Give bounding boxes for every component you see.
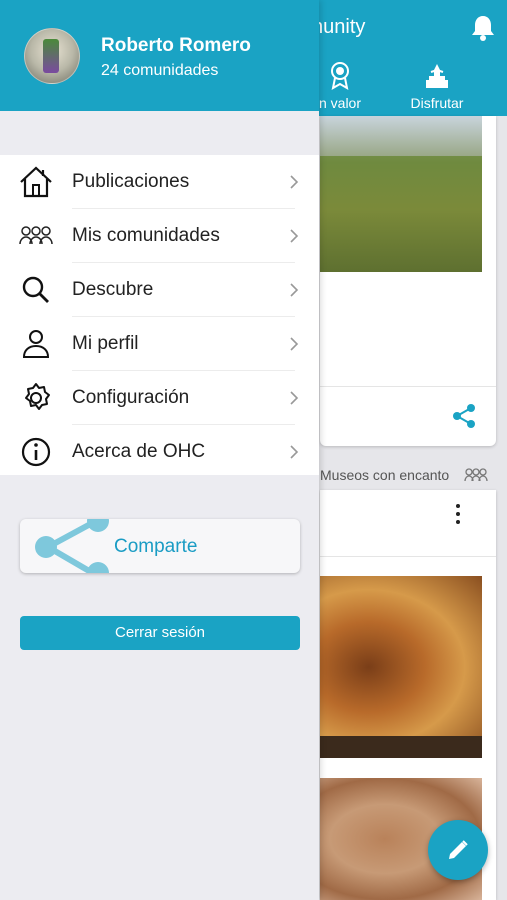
menu-item-descubre[interactable]: Descubre	[0, 263, 319, 317]
post-image[interactable]	[320, 116, 482, 272]
people-icon	[464, 468, 488, 482]
user-icon	[22, 330, 50, 358]
divider	[320, 386, 496, 387]
share-icon	[35, 519, 109, 573]
more-vertical-icon[interactable]	[456, 504, 460, 524]
chevron-right-icon	[290, 175, 299, 189]
chevron-right-icon	[290, 229, 299, 243]
menu-item-mi-perfil[interactable]: Mi perfil	[0, 317, 319, 371]
avatar[interactable]	[24, 28, 80, 84]
menu-item-mis-comunidades[interactable]: Mis comunidades	[0, 209, 319, 263]
bell-icon[interactable]	[470, 14, 496, 42]
chevron-right-icon	[290, 391, 299, 405]
compose-button[interactable]	[428, 820, 488, 880]
tab-label: Disfrutar	[410, 95, 464, 111]
community-label[interactable]: Museos con encanto	[320, 462, 496, 486]
menu-item-label: Mis comunidades	[72, 225, 220, 246]
gear-icon	[25, 383, 50, 410]
community-name: Museos con encanto	[320, 467, 450, 483]
navigation-drawer: Roberto Romero 24 comunidades Publicacio…	[0, 0, 319, 900]
menu-item-configuracion[interactable]: Configuración	[0, 371, 319, 425]
menu-item-publicaciones[interactable]: Publicaciones	[0, 155, 319, 209]
menu-item-label: Descubre	[72, 279, 154, 300]
edit-icon	[449, 840, 468, 859]
statue-icon	[426, 64, 448, 88]
post-card[interactable]	[320, 116, 496, 446]
people-icon	[19, 226, 53, 245]
chevron-right-icon	[290, 445, 299, 459]
award-icon	[331, 62, 349, 90]
logout-button[interactable]: Cerrar sesión	[20, 616, 300, 650]
share-label: Comparte	[114, 536, 198, 557]
share-button[interactable]: Comparte	[20, 519, 300, 573]
info-icon	[21, 437, 51, 467]
share-icon[interactable]	[450, 402, 478, 430]
home-icon	[20, 166, 52, 198]
drawer-menu: Publicaciones Mis comunidades Descubre M…	[0, 155, 319, 475]
menu-item-label: Publicaciones	[72, 171, 190, 192]
menu-item-label: Configuración	[72, 387, 190, 408]
chevron-right-icon	[290, 337, 299, 351]
user-name: Roberto Romero	[101, 35, 251, 56]
chevron-right-icon	[290, 283, 299, 297]
tab-disfrutar[interactable]: Disfrutar	[397, 60, 477, 111]
post-image[interactable]	[320, 576, 482, 758]
menu-item-label: Mi perfil	[72, 333, 139, 354]
search-icon	[22, 276, 49, 303]
divider	[320, 556, 496, 557]
app-title: nunity	[312, 16, 366, 38]
user-communities-count: 24 comunidades	[101, 62, 219, 79]
drawer-header[interactable]: Roberto Romero 24 comunidades	[0, 0, 319, 111]
menu-item-label: Acerca de OHC	[72, 441, 206, 462]
menu-item-acerca-de[interactable]: Acerca de OHC	[0, 425, 319, 479]
